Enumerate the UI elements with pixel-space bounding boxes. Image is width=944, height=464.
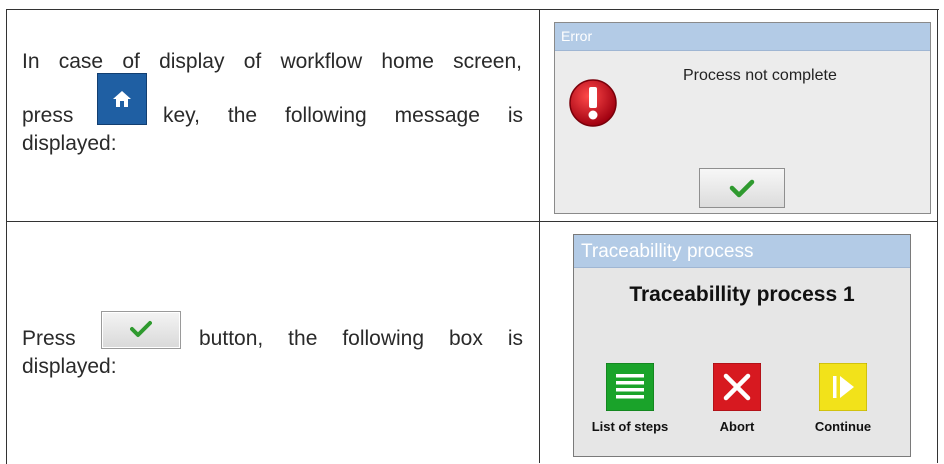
traceability-dialog-title: Traceabillity process: [581, 241, 754, 262]
continue-button[interactable]: [819, 363, 867, 411]
exclamation-icon: [568, 78, 618, 133]
continue-label: Continue: [814, 419, 872, 434]
abort-button[interactable]: [713, 363, 761, 411]
list-of-steps-button[interactable]: [606, 363, 654, 411]
table-row-divider: [6, 221, 938, 222]
row2-press: Press: [22, 327, 76, 350]
table-column-divider: [539, 9, 540, 463]
error-dialog-titlebar: Error: [555, 23, 930, 51]
row2-end: displayed:: [22, 355, 117, 378]
list-icon: [606, 363, 654, 411]
traceability-heading: Traceabillity process 1: [629, 283, 855, 306]
close-icon: [713, 363, 761, 411]
row1-end: displayed:: [22, 132, 117, 155]
home-key-icon: [97, 73, 147, 125]
traceability-dialog: Traceabillity process Traceabillity proc…: [573, 234, 911, 457]
row1-press: press: [22, 104, 74, 127]
error-message: Process not complete: [683, 67, 837, 84]
checkmark-icon: [729, 179, 755, 198]
traceability-dialog-titlebar: Traceabillity process: [574, 235, 910, 268]
list-of-steps-label: List of steps: [591, 419, 669, 434]
table-right-border: [937, 9, 938, 463]
row1-line1: In case of display of workflow home scre…: [22, 50, 522, 73]
row1-after-key: key, the following message is: [163, 104, 523, 127]
error-dialog: Error Process not complete: [554, 22, 931, 214]
error-ok-button[interactable]: [699, 168, 785, 208]
play-icon: [819, 363, 867, 411]
ok-key-icon: [101, 311, 181, 349]
abort-label: Abort: [719, 419, 755, 434]
error-dialog-title: Error: [561, 28, 593, 44]
row2-after-key: button, the following box is: [199, 327, 523, 350]
